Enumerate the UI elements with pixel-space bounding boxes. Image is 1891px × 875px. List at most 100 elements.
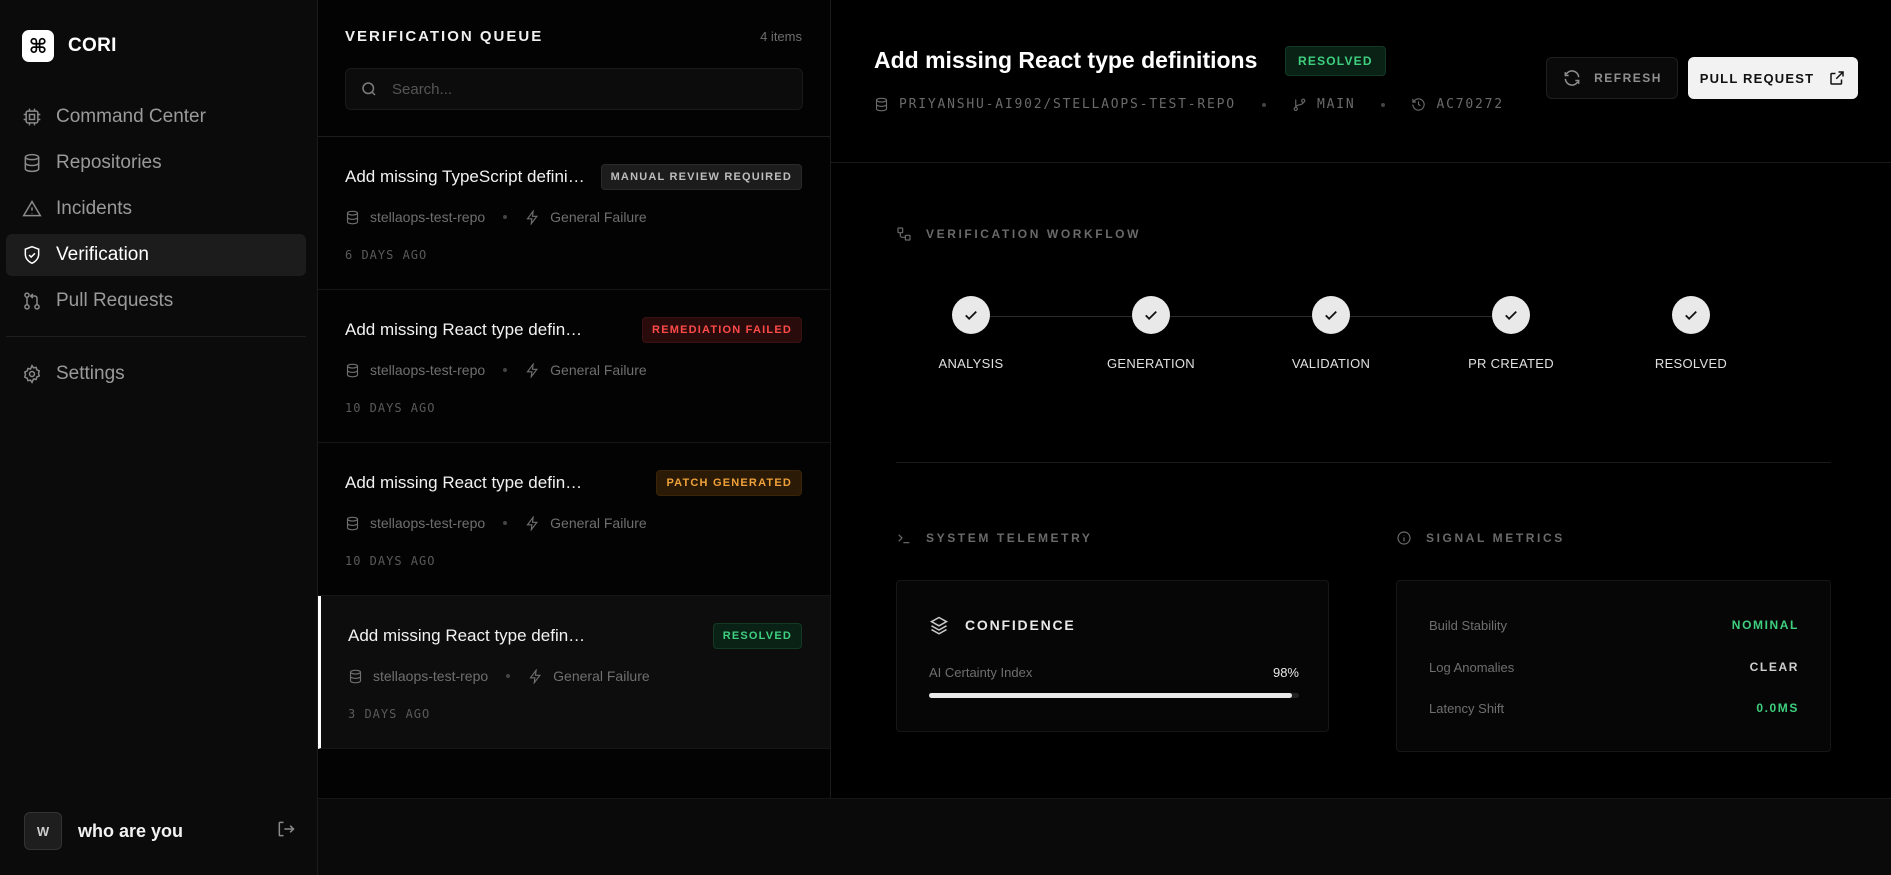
sidebar-item-settings[interactable]: Settings (6, 353, 306, 395)
git-branch-icon (1293, 98, 1306, 111)
sidebar-item-label: Pull Requests (56, 290, 174, 311)
sidebar-nav: Command Center Repositories Incidents Ve… (6, 96, 306, 399)
queue-item[interactable]: Add missing TypeScript definitions MANUA… (318, 137, 830, 290)
lightning-icon (526, 515, 539, 531)
queue-item-repo: stellaops-test-repo (373, 668, 489, 684)
metric-row: Build Stability NOMINAL (1429, 618, 1799, 633)
queue-header: VERIFICATION QUEUE 4 items (318, 0, 830, 137)
queue-item[interactable]: Add missing React type definitions PATCH… (318, 443, 830, 596)
status-badge: RESOLVED (1285, 46, 1386, 76)
confidence-row: AI Certainty Index 98% (929, 665, 1299, 680)
git-pull-request-icon (24, 292, 40, 310)
layers-icon (929, 616, 949, 635)
user-name: who are you (78, 820, 184, 841)
sidebar-item-incidents[interactable]: Incidents (6, 188, 306, 230)
metric-row: Latency Shift 0.0MS (1429, 701, 1799, 716)
sidebar: ⌘ CORI Command Center Repositories Incid… (0, 0, 318, 875)
sidebar-item-command-center[interactable]: Command Center (6, 96, 306, 138)
search-icon (362, 82, 376, 96)
page-title: Add missing React type definitions (874, 47, 1258, 73)
sidebar-item-verification[interactable]: Verification (6, 234, 306, 276)
queue-item-title: Add missing React type definitions (348, 626, 588, 645)
status-badge: REMEDIATION FAILED (642, 317, 802, 343)
workflow-step-generation: GENERATION (1071, 296, 1231, 371)
avatar[interactable]: W (24, 812, 62, 850)
queue-item-selected[interactable]: Add missing React type definitions RESOL… (318, 596, 830, 749)
database-icon (875, 97, 888, 112)
step-complete-marker (1132, 296, 1170, 334)
step-label: ANALYSIS (938, 356, 1004, 371)
queue-item-type: General Failure (550, 515, 647, 531)
confidence-bar-fill (929, 693, 1292, 698)
repo-name[interactable]: PRIYANSHU-AI902/STELLAOPS-TEST-REPO (899, 97, 1236, 112)
sidebar-item-repositories[interactable]: Repositories (6, 142, 306, 184)
queue-item-title: Add missing TypeScript definitions (345, 167, 585, 186)
step-complete-marker (952, 296, 990, 334)
queue-title: VERIFICATION QUEUE (345, 28, 544, 45)
separator-dot (503, 368, 508, 372)
search-box[interactable] (345, 68, 803, 110)
confidence-bar (929, 693, 1299, 698)
queue-item-type: General Failure (550, 209, 647, 225)
queue-item-type: General Failure (553, 668, 650, 684)
queue-item-repo: stellaops-test-repo (370, 209, 486, 225)
bottom-bar (318, 798, 1891, 875)
workflow-connector (971, 316, 1511, 317)
confidence-value: 98% (1272, 665, 1299, 680)
sidebar-item-pull-requests[interactable]: Pull Requests (6, 280, 306, 322)
confidence-title: CONFIDENCE (965, 617, 1076, 633)
check-icon (965, 310, 977, 321)
confidence-panel: CONFIDENCE AI Certainty Index 98% (896, 580, 1329, 732)
sidebar-item-label: Repositories (56, 152, 162, 173)
commit-meta: AC70272 (1411, 97, 1503, 112)
sidebar-item-label: Command Center (56, 106, 206, 127)
check-icon (1685, 310, 1697, 321)
step-label: GENERATION (1107, 356, 1195, 371)
history-icon (1412, 98, 1426, 111)
workflow-title: VERIFICATION WORKFLOW (926, 227, 1142, 241)
queue-item-meta: stellaops-test-repo General Failure (348, 668, 650, 684)
database-icon (346, 210, 359, 224)
refresh-button[interactable]: REFRESH (1546, 57, 1678, 99)
logout-button[interactable] (276, 819, 296, 844)
separator-dot (1261, 102, 1266, 107)
repo-meta: PRIYANSHU-AI902/STELLAOPS-TEST-REPO (874, 97, 1236, 112)
cpu-icon (23, 108, 41, 126)
brand[interactable]: ⌘ CORI (22, 30, 117, 62)
telemetry-section-label: SYSTEM TELEMETRY (896, 530, 1093, 546)
metric-value: NOMINAL (1731, 618, 1799, 632)
branch-name: MAIN (1316, 97, 1356, 112)
queue-item-type: General Failure (550, 362, 647, 378)
database-icon (349, 669, 362, 683)
workflow-step-analysis: ANALYSIS (891, 296, 1051, 371)
detail-panel: Add missing React type definitions RESOL… (831, 0, 1891, 798)
lightning-icon (529, 668, 542, 684)
verification-queue: VERIFICATION QUEUE 4 items Add missing T… (318, 0, 831, 798)
workflow-icon (897, 227, 911, 241)
search-input[interactable] (392, 80, 792, 98)
queue-item-repo: stellaops-test-repo (370, 515, 486, 531)
app-name: CORI (68, 35, 117, 56)
workflow-step-pr-created: PR CREATED (1431, 296, 1591, 371)
queue-item-time: 10 DAYS AGO (345, 554, 436, 568)
metric-label: Latency Shift (1429, 701, 1505, 716)
queue-item-title: Add missing React type definitions (345, 320, 585, 339)
sidebar-item-label: Settings (56, 363, 125, 384)
nav-divider (6, 336, 306, 337)
step-label: VALIDATION (1291, 356, 1371, 371)
sidebar-item-label: Incidents (56, 198, 133, 219)
pull-request-button[interactable]: PULL REQUEST (1688, 57, 1858, 99)
workflow-step-validation: VALIDATION (1251, 296, 1411, 371)
status-badge: RESOLVED (712, 623, 802, 649)
queue-item[interactable]: Add missing React type definitions REMED… (318, 290, 830, 443)
shield-check-icon (24, 245, 40, 265)
queue-item-meta: stellaops-test-repo General Failure (345, 515, 647, 531)
refresh-icon (1564, 70, 1580, 86)
workflow-section-label: VERIFICATION WORKFLOW (896, 226, 1141, 242)
queue-item-meta: stellaops-test-repo General Failure (345, 362, 647, 378)
step-label: PR CREATED (1468, 356, 1554, 371)
refresh-label: REFRESH (1594, 71, 1662, 85)
user-profile: W who are you (24, 812, 296, 850)
gear-icon (23, 364, 41, 384)
info-circle-icon (1397, 531, 1411, 545)
